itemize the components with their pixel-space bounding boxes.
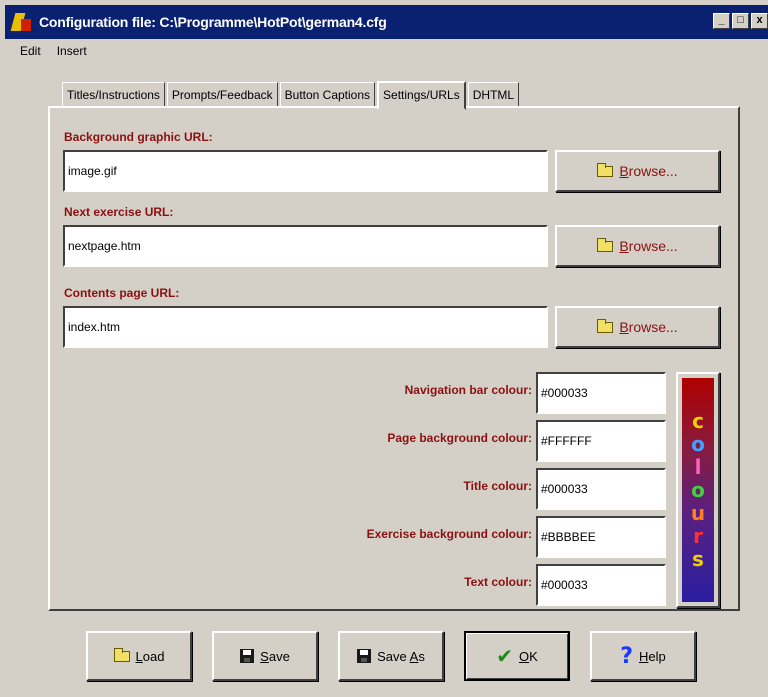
folder-open-icon xyxy=(113,647,130,662)
maximize-button[interactable]: □ xyxy=(732,13,749,29)
background-graphic-input[interactable] xyxy=(63,150,548,192)
colours-letter: l xyxy=(694,454,702,479)
text-colour-label: Text colour: xyxy=(464,575,532,589)
tab-button-captions[interactable]: Button Captions xyxy=(279,82,376,108)
save-as-label-pre: Save xyxy=(377,648,410,664)
help-button[interactable]: ? Help xyxy=(590,631,696,681)
save-accel: S xyxy=(260,648,269,664)
config-window: Configuration file: C:\Programme\HotPot\… xyxy=(0,0,768,697)
folder-open-icon xyxy=(597,318,614,333)
save-as-label: s xyxy=(418,648,425,664)
contents-page-label: Contents page URL: xyxy=(64,286,180,300)
close-button[interactable]: x xyxy=(751,13,768,29)
question-mark-icon: ? xyxy=(620,643,633,669)
page-background-colour-label: Page background colour: xyxy=(387,431,532,445)
exercise-background-colour-label: Exercise background colour: xyxy=(366,527,532,541)
tab-prompts-feedback[interactable]: Prompts/Feedback xyxy=(166,82,278,108)
browse-label: rowse... xyxy=(628,238,678,254)
colours-letter: c xyxy=(692,408,704,433)
folder-open-icon xyxy=(597,162,614,177)
browse-accel: B xyxy=(619,238,629,254)
browse-label: rowse... xyxy=(628,163,678,179)
menu-bar: Edit Insert xyxy=(18,42,89,64)
ok-accel: O xyxy=(518,648,530,664)
colours-letter: s xyxy=(692,546,704,571)
colour-picker-button[interactable]: colours xyxy=(676,372,720,608)
save-label: ave xyxy=(268,648,290,664)
floppy-disk-as-icon xyxy=(357,649,372,663)
browse-background-button[interactable]: Browse... xyxy=(555,150,720,192)
help-accel: H xyxy=(639,648,649,664)
title-colour-input[interactable] xyxy=(536,468,666,510)
load-label: oad xyxy=(142,648,165,664)
colours-logo: colours xyxy=(682,378,714,602)
colours-letter: o xyxy=(691,477,705,502)
next-exercise-input[interactable] xyxy=(63,225,548,267)
load-button[interactable]: Load xyxy=(86,631,192,681)
checkmark-icon: ✔ xyxy=(496,644,513,668)
background-graphic-label: Background graphic URL: xyxy=(64,130,213,144)
browse-accel: B xyxy=(619,163,629,179)
text-colour-input[interactable] xyxy=(536,564,666,606)
colours-letter: u xyxy=(690,500,706,525)
tab-settings-urls[interactable]: Settings/URLs xyxy=(377,81,466,110)
page-background-colour-input[interactable] xyxy=(536,420,666,462)
floppy-disk-icon xyxy=(240,649,255,663)
tab-dhtml[interactable]: DHTML xyxy=(467,82,520,108)
browse-next-exercise-button[interactable]: Browse... xyxy=(555,225,720,267)
navigation-bar-colour-label: Navigation bar colour: xyxy=(404,383,532,397)
save-as-button[interactable]: Save As xyxy=(338,631,444,681)
ok-label: K xyxy=(529,648,538,664)
exercise-background-colour-input[interactable] xyxy=(536,516,666,558)
tab-strip: Titles/Instructions Prompts/Feedback But… xyxy=(62,80,521,110)
ok-button[interactable]: ✔ OK xyxy=(464,631,570,681)
colours-letter: r xyxy=(693,523,703,548)
menu-insert[interactable]: Insert xyxy=(55,42,89,64)
title-bar[interactable]: Configuration file: C:\Programme\HotPot\… xyxy=(5,5,768,39)
hotpot-app-icon xyxy=(10,11,33,33)
tab-titles-instructions[interactable]: Titles/Instructions xyxy=(62,82,165,108)
menu-edit[interactable]: Edit xyxy=(18,42,43,64)
browse-accel: B xyxy=(619,319,629,335)
next-exercise-label: Next exercise URL: xyxy=(64,205,174,219)
contents-page-input[interactable] xyxy=(63,306,548,348)
save-button[interactable]: Save xyxy=(212,631,318,681)
browse-contents-page-button[interactable]: Browse... xyxy=(555,306,720,348)
help-label: elp xyxy=(648,648,666,664)
browse-label: rowse... xyxy=(628,319,678,335)
load-accel: L xyxy=(135,648,143,664)
minimize-button[interactable]: _ xyxy=(713,13,730,29)
colours-letter: o xyxy=(691,431,705,456)
title-colour-label: Title colour: xyxy=(463,479,532,493)
navigation-bar-colour-input[interactable] xyxy=(536,372,666,414)
window-title: Configuration file: C:\Programme\HotPot\… xyxy=(39,14,387,30)
folder-open-icon xyxy=(597,237,614,252)
